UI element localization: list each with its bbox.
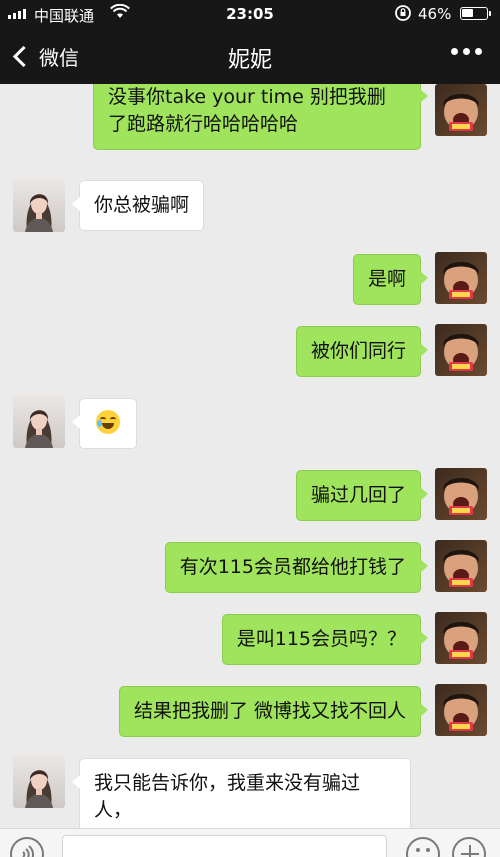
message-bubble[interactable]: 骗过几回了 (295, 470, 429, 521)
message-bubble[interactable]: 没事你take your time 别把我删 了跑路就行哈哈哈哈哈 (93, 84, 428, 150)
message-bubble[interactable]: 是叫115会员吗？？ (221, 614, 429, 665)
rotation-lock-icon (394, 4, 412, 26)
message-bubble[interactable]: 是啊 (352, 254, 429, 305)
laughing-crying-emoji-icon (96, 410, 120, 434)
contact-avatar[interactable] (13, 756, 65, 808)
my-avatar[interactable] (435, 684, 487, 736)
input-bar (0, 828, 500, 857)
message-text: 有次115会员都给他打钱了 (179, 556, 406, 578)
plus-icon[interactable] (452, 837, 486, 857)
chat-title: 妮妮 (227, 48, 272, 73)
message-text: 结果把我删了 微博找又找不回人 (133, 700, 406, 722)
message-text: 是叫115会员吗？？ (236, 628, 406, 650)
battery-icon (460, 7, 491, 20)
message-text: 被你们同行 (310, 340, 406, 362)
my-avatar[interactable] (435, 252, 487, 304)
contact-avatar[interactable] (13, 396, 65, 448)
message-bubble[interactable]: 你总被骗啊 (71, 180, 205, 231)
message-text-line: 没事你take your time 别把我删 (108, 86, 386, 108)
emoji-icon[interactable] (406, 837, 440, 857)
message-input[interactable] (62, 835, 387, 857)
my-avatar[interactable] (435, 468, 487, 520)
message-text: 骗过几回了 (310, 484, 406, 506)
battery-percentage: 46% (418, 5, 452, 23)
nav-bar: 微信 妮妮 (0, 28, 500, 84)
contact-avatar[interactable] (13, 180, 65, 232)
my-avatar[interactable] (435, 540, 487, 592)
chat-area[interactable]: 没事你take your time 别把我删 了跑路就行哈哈哈哈哈 你总被骗啊 … (0, 84, 500, 828)
more-icon[interactable] (451, 48, 482, 55)
message-text: 是啊 (367, 268, 406, 290)
message-bubble[interactable]: 有次115会员都给他打钱了 (164, 542, 429, 593)
message-text-line: 了跑路就行哈哈哈哈哈 (108, 113, 299, 135)
message-bubble[interactable]: 被你们同行 (295, 326, 429, 377)
message-bubble[interactable]: 结果把我删了 微博找又找不回人 (118, 686, 429, 737)
message-text-line: 人， (94, 799, 133, 821)
my-avatar[interactable] (435, 324, 487, 376)
message-text: 你总被骗啊 (94, 194, 190, 216)
message-bubble[interactable] (72, 398, 137, 449)
status-bar: 中国联通 23:05 46% (0, 0, 500, 28)
voice-icon[interactable] (10, 837, 44, 857)
my-avatar[interactable] (435, 84, 487, 136)
message-bubble[interactable]: 我只能告诉你，我重来没有骗过 人， (72, 758, 411, 828)
message-text-line: 我只能告诉你，我重来没有骗过 (94, 772, 361, 794)
my-avatar[interactable] (435, 612, 487, 664)
